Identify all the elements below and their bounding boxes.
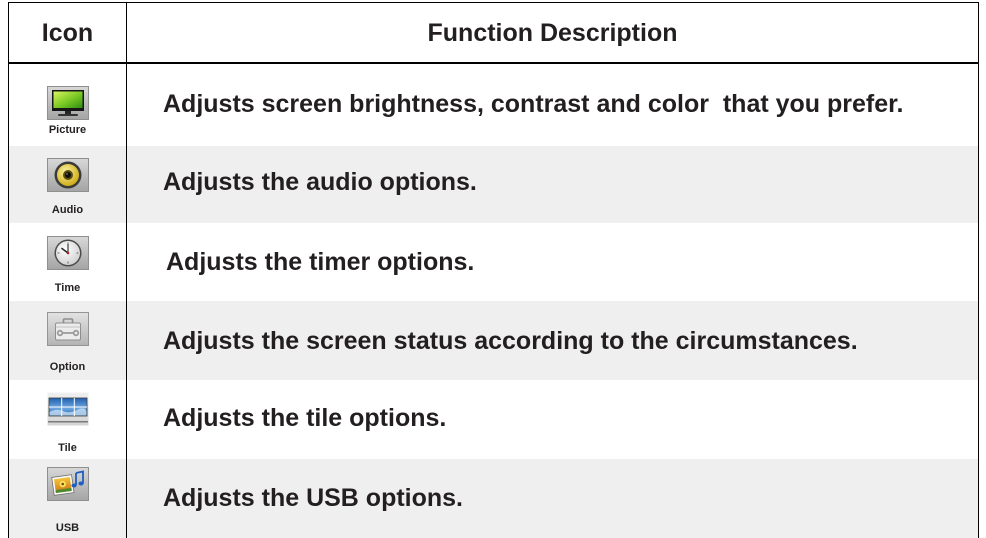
icon-cell: Option (9, 301, 127, 380)
table-row-usb: USB Adjusts the USB options. (8, 459, 979, 538)
table-row-audio: Audio Adjusts the audio options. (8, 146, 979, 223)
description-option: Adjusts the screen status according to t… (163, 327, 858, 355)
description-cell: Adjusts the screen status according to t… (127, 301, 978, 380)
icon-label-tile: Tile (58, 442, 77, 454)
table-header: Icon Function Description (8, 2, 979, 64)
audio-icon (46, 158, 89, 192)
table-row-time: Time Adjusts the timer options. (8, 223, 979, 301)
icon-cell: Audio (9, 146, 127, 223)
description-cell: Adjusts screen brightness, contrast and … (127, 64, 978, 146)
table-row-option: Option Adjusts the screen status accordi… (8, 301, 979, 380)
icon-cell: Tile (9, 380, 127, 459)
table-row-picture: Picture Adjusts screen brightness, contr… (8, 64, 979, 146)
icon-cell: USB (9, 459, 127, 538)
icon-label-picture: Picture (48, 124, 87, 136)
icon-label-audio: Audio (51, 204, 84, 216)
time-icon (46, 236, 89, 270)
tile-icon (47, 392, 89, 426)
description-picture: Adjusts screen brightness, contrast and … (163, 90, 904, 118)
icon-cell: Time (9, 223, 127, 301)
description-cell: Adjusts the USB options. (127, 459, 978, 538)
icon-label-usb: USB (55, 522, 80, 534)
option-icon (46, 312, 89, 346)
description-tile: Adjusts the tile options. (163, 404, 447, 432)
description-cell: Adjusts the tile options. (127, 380, 978, 459)
function-table: Icon Function Description Picture Adjust… (0, 0, 986, 538)
table-row-tile: Tile Adjusts the tile options. (8, 380, 979, 459)
description-time: Adjusts the timer options. (166, 248, 475, 276)
picture-icon (46, 86, 89, 120)
description-usb: Adjusts the USB options. (163, 484, 463, 512)
header-icon-column: Icon (9, 3, 127, 62)
description-audio: Adjusts the audio options. (163, 168, 477, 196)
icon-label-option: Option (49, 361, 86, 373)
usb-icon (46, 467, 89, 501)
icon-label-time: Time (54, 282, 81, 294)
header-function-description-column: Function Description (427, 18, 678, 47)
description-cell: Adjusts the timer options. (127, 223, 978, 301)
description-cell: Adjusts the audio options. (127, 146, 978, 223)
icon-cell: Picture (9, 64, 127, 146)
